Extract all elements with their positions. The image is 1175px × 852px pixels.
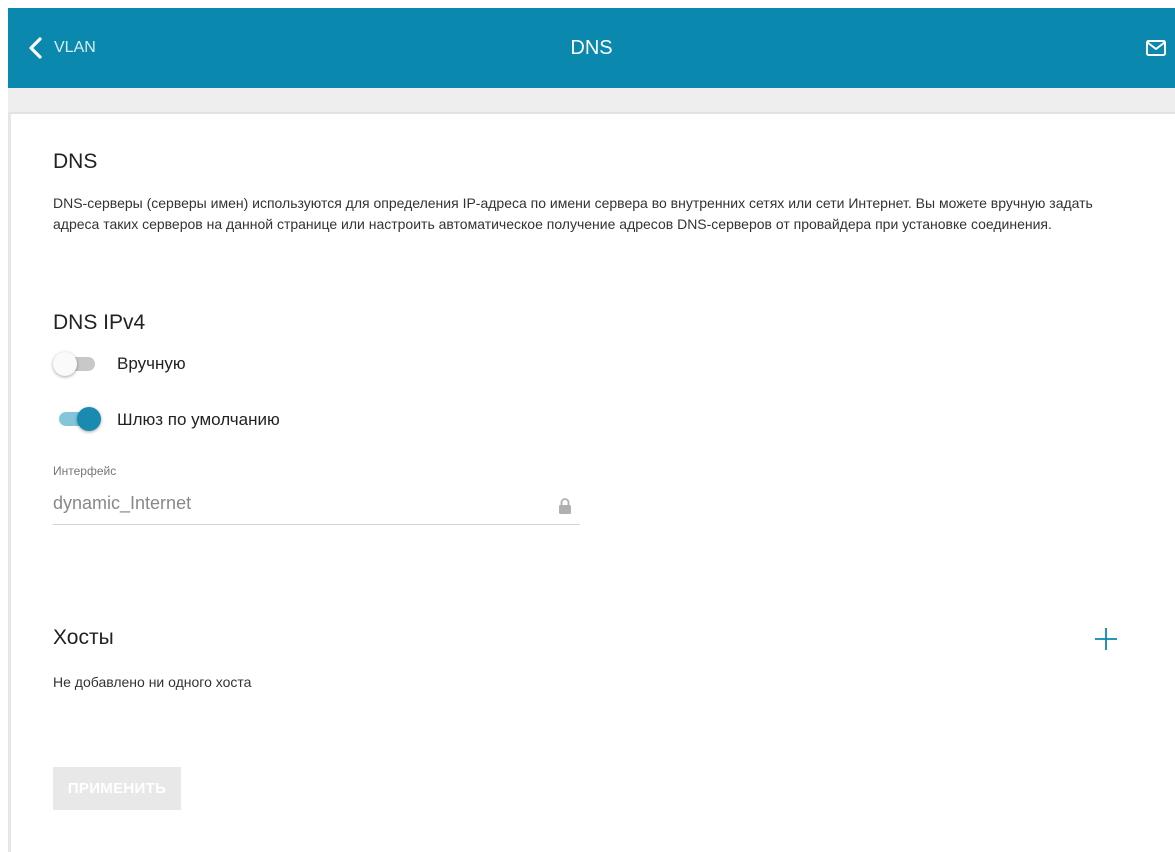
manual-toggle-knob <box>53 352 77 376</box>
apply-button[interactable]: ПРИМЕНИТЬ <box>53 767 181 810</box>
manual-label: Вручную <box>117 354 186 373</box>
dns-heading: DNS <box>53 150 98 173</box>
manual-toggle[interactable] <box>53 351 99 376</box>
page-title: DNS <box>570 36 613 59</box>
hosts-heading: Хосты <box>53 626 114 649</box>
interface-field-label: Интерфейс <box>53 464 117 478</box>
subheader-bar <box>8 88 1175 112</box>
subheader-shadow <box>8 112 1175 114</box>
content-left-edge <box>8 112 11 852</box>
mail-icon[interactable] <box>1145 38 1167 58</box>
back-label: VLAN <box>54 39 96 56</box>
default-gateway-toggle[interactable] <box>55 406 101 431</box>
dns-ipv4-heading: DNS IPv4 <box>53 311 146 334</box>
header-bar: VLAN DNS <box>8 8 1175 88</box>
interface-field: dynamic_Internet <box>53 484 580 525</box>
lock-icon <box>559 498 571 514</box>
default-gateway-toggle-knob <box>77 407 101 431</box>
chevron-left-icon <box>29 37 42 59</box>
dns-description: DNS-серверы (серверы имен) используются … <box>53 195 1093 232</box>
add-host-plus-icon[interactable] <box>1093 626 1119 652</box>
default-gateway-label: Шлюз по умолчанию <box>117 410 280 429</box>
no-hosts-text: Не добавлено ни одного хоста <box>53 674 252 690</box>
top-strip <box>0 0 1175 8</box>
back-button[interactable]: VLAN <box>28 8 96 88</box>
interface-value: dynamic_Internet <box>53 493 192 513</box>
